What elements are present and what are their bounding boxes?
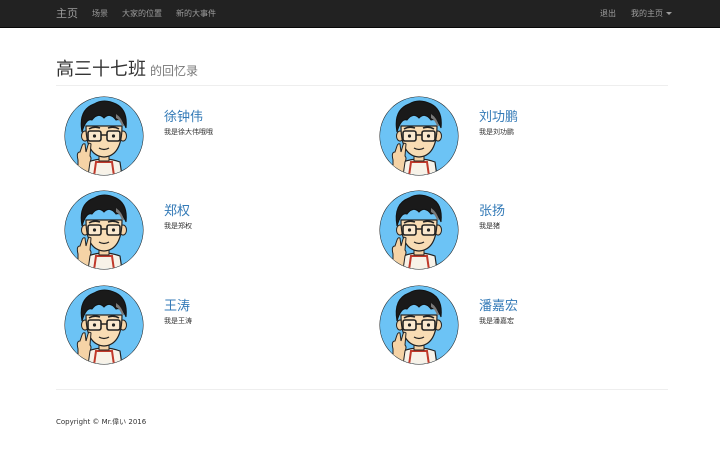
avatar-icon[interactable]: [379, 285, 459, 365]
page-title-text: 高三十七班: [56, 59, 146, 80]
member-name[interactable]: 张扬: [479, 200, 505, 219]
nav-link-logout[interactable]: 退出: [600, 0, 616, 27]
avatar-icon[interactable]: [64, 285, 144, 365]
member-card: 刘功鹏 我是刘功鹏: [371, 96, 661, 180]
member-name[interactable]: 王涛: [164, 295, 190, 314]
member-card: 郑权 我是郑权: [56, 190, 346, 274]
member-card: 徐钟伟 我是徐大伟哦哦: [56, 96, 346, 180]
nav-dropdown-label: 我的主页: [631, 9, 663, 18]
member-name[interactable]: 刘功鹏: [479, 106, 518, 125]
member-name[interactable]: 郑权: [164, 200, 190, 219]
member-description: 我是王涛: [164, 317, 192, 325]
nav-link-events[interactable]: 新的大事件: [176, 0, 216, 27]
page-subtitle: 的回忆录: [150, 64, 199, 78]
member-card: 张扬 我是猪: [371, 190, 661, 274]
member-description: 我是潘嘉宏: [479, 317, 514, 325]
member-description: 我是徐大伟哦哦: [164, 128, 213, 136]
avatar-icon[interactable]: [64, 190, 144, 270]
footer-copyright: Copyright © Mr.偉い 2016: [56, 418, 147, 426]
avatar-icon[interactable]: [379, 190, 459, 270]
member-description: 我是刘功鹏: [479, 128, 514, 136]
footer-divider: [56, 389, 668, 390]
nav-dropdown-my-home[interactable]: 我的主页: [631, 0, 672, 27]
nav-brand-home[interactable]: 主页: [56, 0, 78, 27]
avatar-icon[interactable]: [64, 96, 144, 176]
caret-down-icon: [666, 12, 672, 15]
avatar-icon[interactable]: [379, 96, 459, 176]
nav-link-scenes[interactable]: 场景: [92, 0, 108, 27]
member-card: 王涛 我是王涛: [56, 285, 346, 369]
page-title: 高三十七班 的回忆录: [56, 58, 198, 83]
top-navbar: 主页 场景 大家的位置 新的大事件 退出 我的主页: [0, 0, 720, 28]
member-name[interactable]: 潘嘉宏: [479, 295, 518, 314]
page-header: 高三十七班 的回忆录: [56, 58, 668, 86]
nav-link-locations[interactable]: 大家的位置: [122, 0, 162, 27]
member-card: 潘嘉宏 我是潘嘉宏: [371, 285, 661, 369]
member-name[interactable]: 徐钟伟: [164, 106, 203, 125]
member-description: 我是猪: [479, 222, 500, 230]
member-description: 我是郑权: [164, 222, 192, 230]
